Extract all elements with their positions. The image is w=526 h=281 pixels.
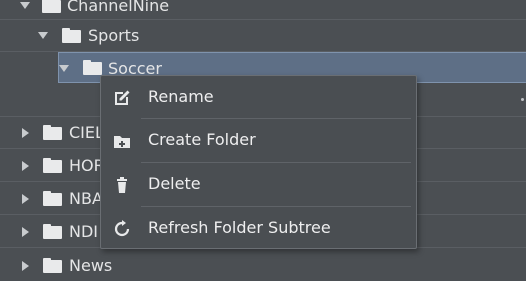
menu-item-rename[interactable]: Rename xyxy=(101,76,416,120)
folder-plus-icon xyxy=(114,136,130,148)
folder-icon xyxy=(43,125,62,140)
scroll-dot-icon xyxy=(521,98,524,101)
tree-node-label: ChannelNine xyxy=(67,0,170,15)
menu-item-delete[interactable]: Delete xyxy=(101,163,416,207)
folder-icon xyxy=(43,158,62,173)
tree-node-label: NDI xyxy=(69,222,99,241)
refresh-icon xyxy=(114,220,130,237)
tree-node-news[interactable]: News xyxy=(0,249,526,281)
expand-arrow-icon[interactable] xyxy=(22,227,29,237)
expand-arrow-icon[interactable] xyxy=(22,261,29,271)
tree-node-sports[interactable]: Sports xyxy=(0,20,526,52)
expand-arrow-icon[interactable] xyxy=(38,32,48,39)
folder-icon xyxy=(83,60,102,75)
expand-arrow-icon[interactable] xyxy=(22,161,29,171)
expand-arrow-icon[interactable] xyxy=(20,2,30,9)
menu-item-create-folder[interactable]: Create Folder xyxy=(101,119,416,163)
menu-item-label: Delete xyxy=(148,174,201,193)
tree-node-label: Sports xyxy=(88,26,140,45)
trash-icon xyxy=(117,177,127,193)
folder-icon xyxy=(42,0,61,13)
expand-arrow-icon[interactable] xyxy=(22,128,29,138)
edit-icon xyxy=(115,90,130,105)
folder-icon xyxy=(43,258,62,273)
tree-node-channelnine[interactable]: ChannelNine xyxy=(0,0,526,20)
folder-icon xyxy=(43,191,62,206)
expand-arrow-icon[interactable] xyxy=(22,194,29,204)
menu-item-label: Rename xyxy=(148,87,214,106)
folder-icon xyxy=(43,224,62,239)
tree-node-label: NBA xyxy=(69,189,103,208)
tree-node-label: News xyxy=(69,256,113,275)
folder-icon xyxy=(62,28,81,43)
menu-item-label: Create Folder xyxy=(148,130,256,149)
menu-item-label: Refresh Folder Subtree xyxy=(148,218,331,237)
expand-arrow-icon[interactable] xyxy=(59,65,69,72)
context-menu: Rename Create Folder Delete Refresh Fold… xyxy=(100,75,417,249)
tree-node-label: CIEL xyxy=(69,123,104,142)
menu-item-refresh-folder-subtree[interactable]: Refresh Folder Subtree xyxy=(101,207,416,251)
